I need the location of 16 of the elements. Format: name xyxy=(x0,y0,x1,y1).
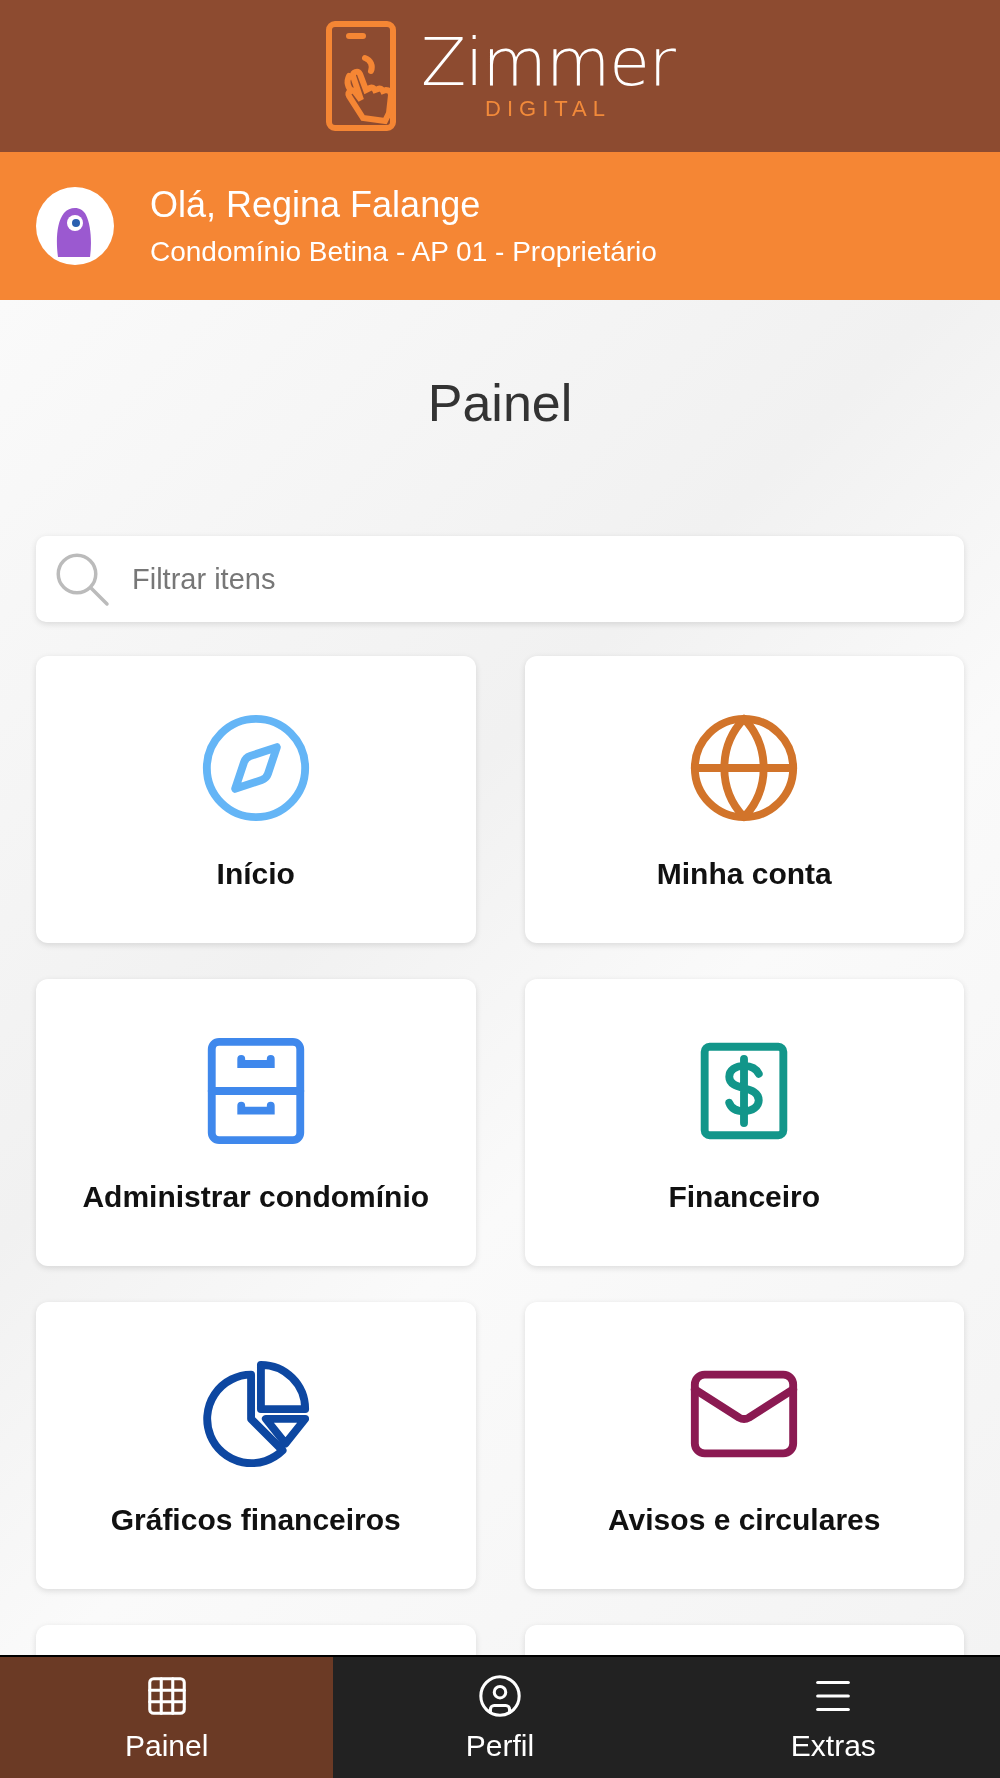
menu-card[interactable]: Minha conta xyxy=(524,656,964,944)
nav-tab[interactable]: Painel xyxy=(0,1657,334,1778)
logo-name: Zimmer xyxy=(421,29,675,96)
nav-tab[interactable]: Perfil xyxy=(333,1657,667,1778)
logo-tagline: DIGITAL xyxy=(485,95,611,123)
search-field[interactable]: Filtrar itens xyxy=(36,536,964,623)
menu-card[interactable]: Financeiro xyxy=(524,979,964,1267)
menu-card[interactable]: Gráficos financeiros xyxy=(36,1302,476,1590)
nav-tab[interactable]: Extras xyxy=(666,1657,1000,1778)
user-icon xyxy=(477,1672,523,1719)
menu-card[interactable]: Início xyxy=(36,656,476,944)
menu-card[interactable]: Administrar condomínio xyxy=(36,979,476,1267)
greeting-title: Olá, Regina Falange xyxy=(150,184,482,226)
menu-card[interactable]: Avisos e circulares xyxy=(524,1302,964,1590)
greeting-subtitle: Condomínio Betina - AP 01 - Proprietário xyxy=(150,236,657,268)
page-title: Painel xyxy=(426,373,574,434)
